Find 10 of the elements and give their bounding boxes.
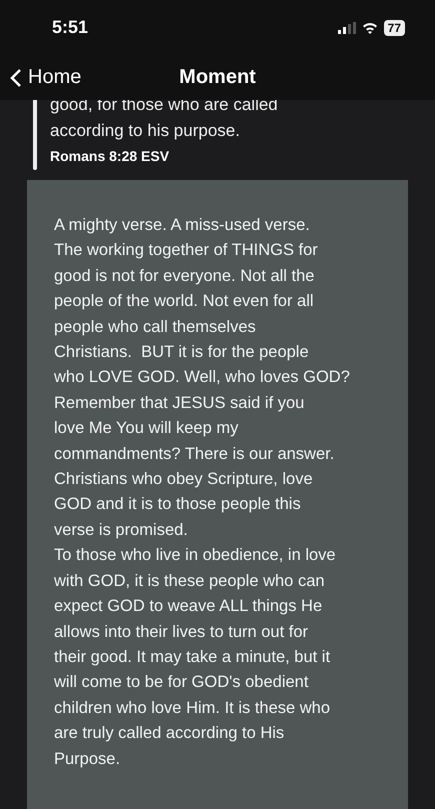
chevron-left-icon xyxy=(10,68,22,88)
signal-icon xyxy=(338,22,356,34)
note-paragraph: A mighty verse. A miss-used verse. The working together of THINGS for good is not for everyone. Not all the people of the world. Not even for all people who call themselves Christians. BUT it is for the people who LOVE GOD. Well, who loves GOD? Remember that JESUS said if you love Me You will keep my commandments? There is our answer. Christians who obey Scripture, love GOD and it is to those people this verse is promised. xyxy=(54,215,351,541)
verse-reference: Romans 8:28 ESV xyxy=(50,148,170,164)
battery-level: 77 xyxy=(384,20,405,36)
note-paragraph: To those who live in obedience, in love with GOD, it is these people who can expect GOD to weave ALL things He allows into their lives to turn out for their good. It may take a minute, but it will come to be for GOD's obedient children who love Him. It is these who are truly called according to His Purpose. xyxy=(54,545,337,770)
page-title: Moment xyxy=(179,66,256,89)
status-time: 5:51 xyxy=(52,17,88,38)
back-button[interactable]: Home xyxy=(0,66,82,89)
wifi-icon xyxy=(362,22,378,34)
